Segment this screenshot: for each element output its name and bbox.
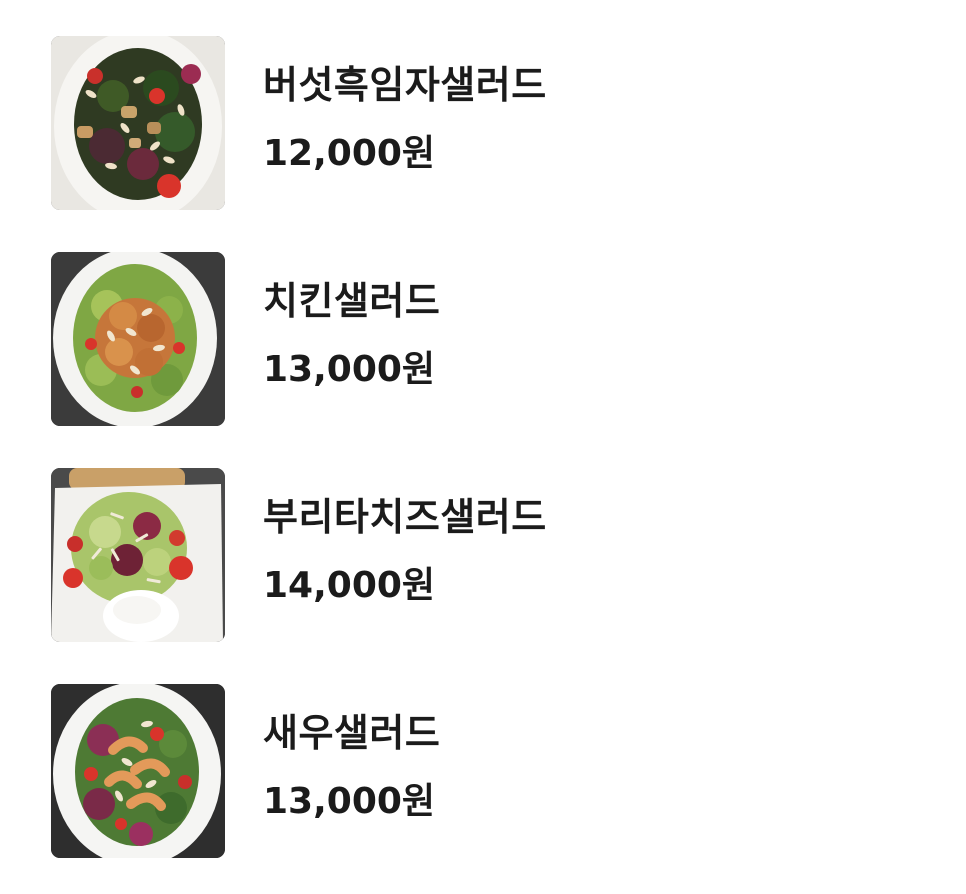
chicken-salad-photo [51,252,225,426]
burrata-cheese-salad-photo [51,468,225,642]
item-price: 13,000원 [263,781,436,822]
item-price: 14,000원 [263,565,436,606]
menu-item-burrata-cheese-salad[interactable]: 부리타치즈샐러드 14,000원 [51,468,751,644]
shrimp-salad-photo [51,684,225,858]
menu-item-mushroom-black-sesame-salad[interactable]: 버섯흑임자샐러드 12,000원 [51,36,751,212]
item-name: 새우샐러드 [263,711,441,755]
menu-list: 버섯흑임자샐러드 12,000원 치킨샐러드 13,000원 부리타치즈샐러드 … [0,0,966,894]
item-price: 12,000원 [263,133,436,174]
item-name: 부리타치즈샐러드 [263,495,547,539]
item-price: 13,000원 [263,349,436,390]
mushroom-black-sesame-salad-photo [51,36,225,210]
menu-item-chicken-salad[interactable]: 치킨샐러드 13,000원 [51,252,751,428]
item-name: 치킨샐러드 [263,279,441,323]
menu-item-shrimp-salad[interactable]: 새우샐러드 13,000원 [51,684,751,860]
item-name: 버섯흑임자샐러드 [263,63,547,107]
